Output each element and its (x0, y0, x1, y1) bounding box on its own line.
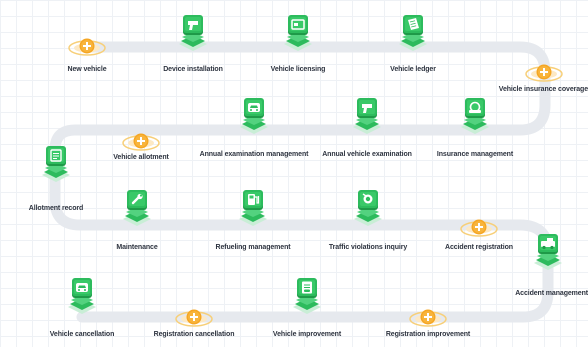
step-label: Insurance management (436, 151, 514, 158)
wrench-icon (123, 190, 151, 226)
spray-gun-icon (353, 98, 381, 134)
plus-icon (460, 218, 498, 237)
step-label: Vehicle cancellation (49, 331, 115, 338)
license-card-icon (284, 15, 312, 51)
step-label: Allotment record (28, 205, 84, 212)
step-label: Maintenance (116, 244, 158, 251)
plus-icon (175, 308, 213, 327)
plus-icon (68, 37, 106, 56)
step-label: Accident management (515, 290, 588, 297)
tow-truck-icon (534, 234, 562, 270)
document-car-icon (293, 278, 321, 314)
spray-gun-icon (179, 15, 207, 51)
step-label: Registration cancellation (153, 331, 235, 338)
insurance-icon (461, 98, 489, 134)
fuel-pump-icon (239, 190, 267, 226)
step-label: Refueling management (215, 244, 291, 251)
step-label: Vehicle licensing (270, 66, 326, 73)
step-label: Traffic violations inquiry (328, 244, 408, 251)
step-label: Annual vehicle examination (322, 151, 412, 158)
car-cancel-icon (68, 278, 96, 314)
ledger-book-icon (399, 15, 427, 51)
step-label: Vehicle insurance coverage (498, 86, 588, 93)
step-label: Vehicle ledger (390, 66, 436, 73)
step-label: New vehicle (67, 66, 107, 73)
plus-icon (122, 132, 160, 151)
step-label: Accident registration (445, 244, 513, 251)
camera-icon (354, 190, 382, 226)
step-label: Vehicle allotment (113, 154, 169, 161)
car-badge-icon (240, 98, 268, 134)
plus-icon (525, 63, 563, 82)
step-label: Annual examination management (199, 151, 309, 158)
plus-icon (409, 308, 447, 327)
record-list-icon (42, 146, 70, 182)
step-label: Device installation (163, 66, 223, 73)
step-label: Registration improvement (385, 331, 471, 338)
step-label: Vehicle improvement (272, 331, 342, 338)
